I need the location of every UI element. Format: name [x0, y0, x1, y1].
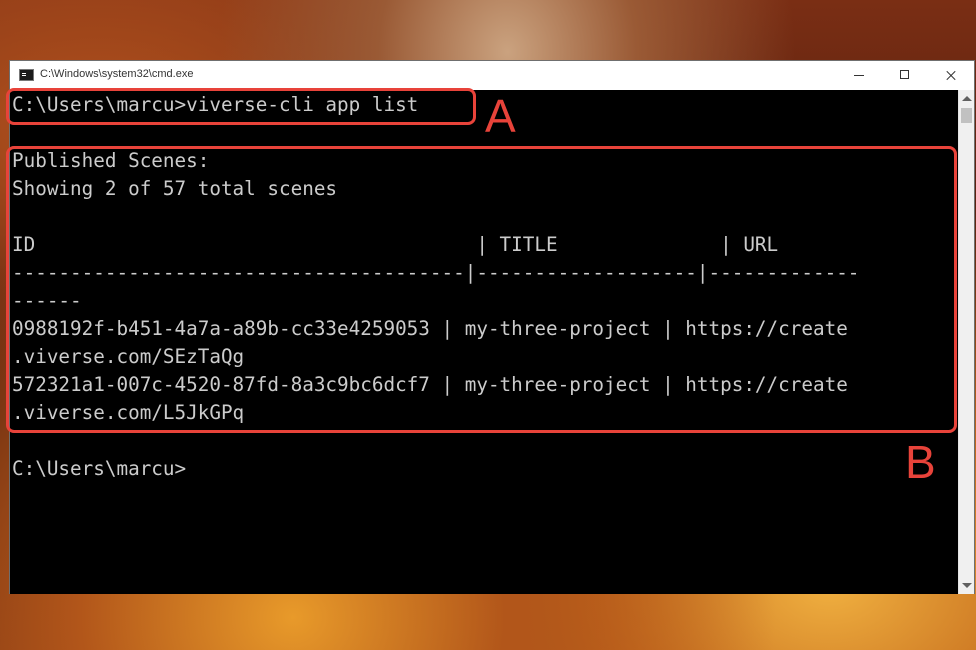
vertical-scrollbar[interactable]: [958, 90, 974, 594]
title-bar[interactable]: C:\Windows\system32\cmd.exe: [10, 61, 974, 90]
close-button[interactable]: [928, 61, 974, 90]
prompt-line: C:\Users\marcu>: [12, 457, 187, 480]
annotation-label-a: A: [485, 90, 516, 142]
maximize-button[interactable]: [882, 61, 928, 90]
desktop-background: C:\Windows\system32\cmd.exe C:\Users\mar…: [0, 0, 976, 650]
cmd-icon: [19, 69, 34, 81]
scroll-up-arrow-icon[interactable]: [962, 96, 972, 101]
window-title: C:\Windows\system32\cmd.exe: [40, 68, 194, 80]
annotation-box-a: [6, 88, 476, 125]
scroll-down-arrow-icon[interactable]: [962, 583, 972, 588]
minimize-button[interactable]: [836, 61, 882, 90]
scroll-thumb[interactable]: [961, 108, 972, 123]
annotation-box-b: [6, 146, 957, 433]
annotation-label-b: B: [905, 436, 936, 488]
